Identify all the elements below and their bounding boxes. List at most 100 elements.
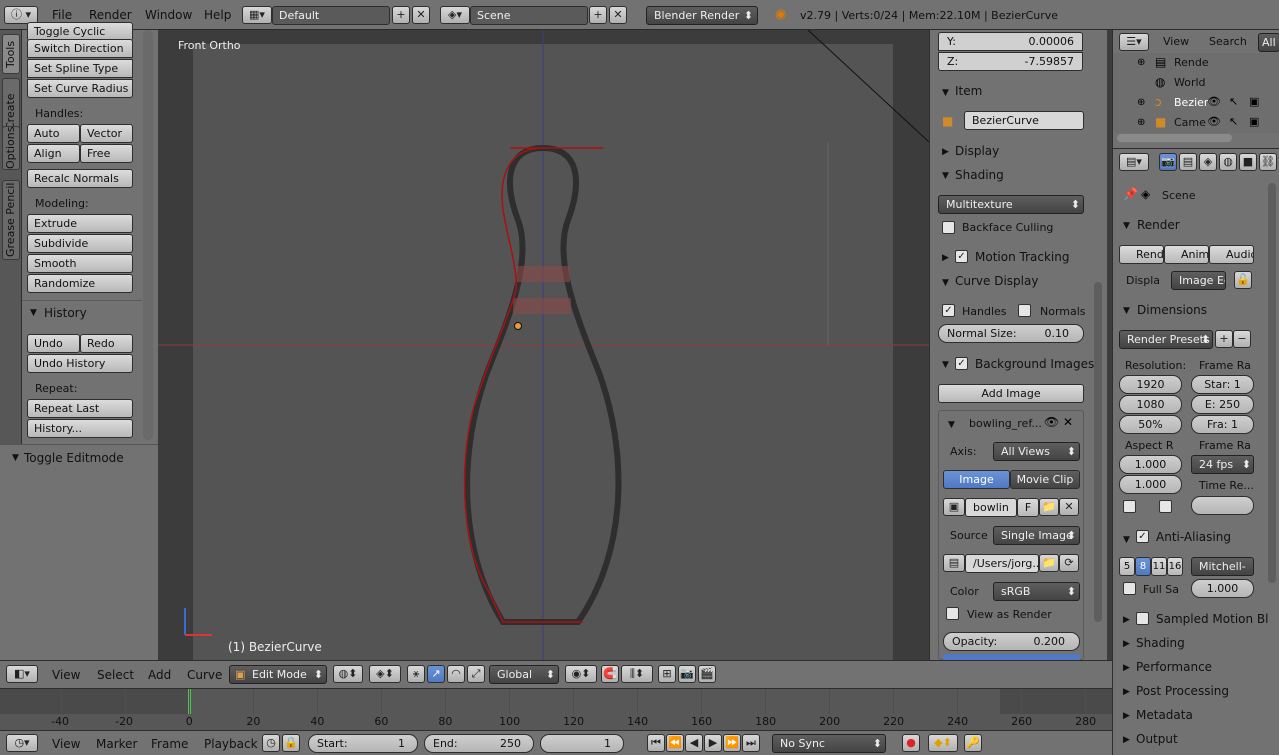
frame-start-field[interactable]: Star: 1 xyxy=(1191,375,1254,394)
image-name-field[interactable]: bowlin xyxy=(965,498,1017,517)
image-browse-icon[interactable]: ▣ xyxy=(943,498,965,516)
start-frame-field[interactable]: Start: 1 xyxy=(308,734,418,753)
screen-layout-field[interactable]: Default xyxy=(272,6,390,25)
frame-step-field[interactable]: Fra: 1 xyxy=(1191,415,1254,434)
crop-checkbox[interactable] xyxy=(1159,500,1172,513)
selectable-cursor-icon[interactable]: ↖ xyxy=(1229,95,1238,108)
aa-samples-11[interactable]: 11 xyxy=(1151,557,1167,576)
toggle-editmode-collapse-icon[interactable]: ▼ xyxy=(12,453,19,463)
open-folder-icon[interactable]: 📁 xyxy=(1039,498,1059,516)
render-layers-tab-icon[interactable]: ▤ xyxy=(1179,153,1197,171)
render-panel-title[interactable]: Render xyxy=(1137,218,1180,232)
remove-preset-icon[interactable]: − xyxy=(1233,330,1251,348)
menu-view[interactable]: View xyxy=(52,668,80,682)
scene-tab-icon[interactable]: ◈ xyxy=(1199,153,1217,171)
remove-image-icon[interactable]: ✕ xyxy=(1063,415,1073,429)
sidebar-scrollbar[interactable] xyxy=(1094,282,1102,622)
aa-samples-16[interactable]: 16 xyxy=(1167,557,1183,576)
motion-tracking-checkbox[interactable]: ✓ xyxy=(955,250,968,263)
rotate-manipulator-icon[interactable]: ◠ xyxy=(447,665,465,683)
visibility-eye-icon[interactable]: 👁 xyxy=(1207,95,1221,108)
snap-target-icon[interactable]: ⊞ xyxy=(658,665,676,683)
aa-samples-5[interactable]: 5 xyxy=(1119,557,1135,576)
render-engine-dropdown[interactable]: Blender Render ⬍ xyxy=(646,6,758,25)
eye-icon[interactable]: 👁 xyxy=(1044,415,1059,429)
curve-display-title[interactable]: Curve Display xyxy=(955,274,1038,288)
tab-grease-pencil[interactable]: Grease Pencil xyxy=(2,180,20,260)
selectable-cursor-icon[interactable]: ↖ xyxy=(1229,115,1238,128)
add-scene-icon[interactable]: + xyxy=(589,6,607,24)
history-collapse-icon[interactable]: ▼ xyxy=(30,308,37,318)
render-animation-icon[interactable]: 🎬 xyxy=(698,665,716,683)
motion-tracking-expand-icon[interactable]: ▶ xyxy=(942,253,949,263)
opacity-field[interactable]: Opacity: 0.200 xyxy=(943,632,1080,651)
frame-end-field[interactable]: E: 250 xyxy=(1191,395,1254,414)
location-z-field[interactable]: Z: -7.59857 xyxy=(938,52,1083,71)
tl-menu-frame[interactable]: Frame xyxy=(151,737,188,751)
normals-checkbox[interactable] xyxy=(1018,304,1031,317)
render-camera-icon[interactable]: ▣ xyxy=(1249,95,1259,108)
tl-menu-playback[interactable]: Playback xyxy=(204,737,258,751)
source-dropdown[interactable]: Single Image ⬍ xyxy=(993,526,1080,545)
snap-element-icon[interactable]: ⫼⬍ xyxy=(621,665,653,683)
filebrowser-folder-icon[interactable]: 📁 xyxy=(1039,554,1059,572)
outliner-search-menu[interactable]: Search xyxy=(1209,35,1247,48)
shading-expand-icon[interactable]: ▶ xyxy=(1123,639,1130,649)
item-panel-title[interactable]: Item xyxy=(955,84,982,98)
shading-title[interactable]: Shading xyxy=(1136,636,1185,650)
frame-rate-dropdown[interactable]: 24 fps ⬍ xyxy=(1191,455,1254,474)
performance-expand-icon[interactable]: ▶ xyxy=(1123,663,1130,673)
handle-vector-button[interactable]: Vector xyxy=(80,124,133,143)
randomize-button[interactable]: Randomize xyxy=(27,274,133,293)
post-processing-title[interactable]: Post Processing xyxy=(1136,684,1229,698)
timeline[interactable]: -40 -20 0 20 40 60 80 100 120 140 160 180 200 220 240 2… xyxy=(0,688,1112,730)
render-collapse-icon[interactable]: ▼ xyxy=(1123,221,1130,231)
redo-button[interactable]: Redo xyxy=(80,334,133,353)
handle-free-button[interactable]: Free xyxy=(80,144,133,163)
keying-set-icon[interactable]: 🔑 xyxy=(964,734,982,752)
color-space-dropdown[interactable]: sRGB ⬍ xyxy=(993,582,1080,601)
render-preview-camera-icon[interactable]: 📷 xyxy=(678,665,696,683)
display-dropdown[interactable]: Image Ed xyxy=(1171,271,1226,290)
file-browse-icon[interactable]: ▤ xyxy=(943,554,965,572)
bg-images-title[interactable]: Background Images xyxy=(975,357,1094,371)
reload-icon[interactable]: ⟳ xyxy=(1059,554,1079,572)
menu-add[interactable]: Add xyxy=(148,668,171,682)
keying-icon[interactable]: ◆⬍ xyxy=(928,734,958,752)
expand-icon[interactable]: ⊕ xyxy=(1137,97,1145,108)
anti-aliasing-title[interactable]: Anti-Aliasing xyxy=(1156,530,1231,544)
outliner-item-render[interactable]: Rende xyxy=(1174,56,1209,69)
remove-scene-icon[interactable]: ✕ xyxy=(609,6,627,24)
border-checkbox[interactable] xyxy=(1123,500,1136,513)
next-keyframe-icon[interactable]: ⏩ xyxy=(723,734,741,752)
tab-options[interactable]: Options xyxy=(2,126,20,170)
sampled-motion-checkbox[interactable] xyxy=(1136,612,1149,625)
translate-manipulator-icon[interactable]: ↗ xyxy=(427,665,445,683)
manipulator-toggle-icon[interactable]: ⚹ xyxy=(407,665,425,683)
output-title[interactable]: Output xyxy=(1136,732,1178,746)
output-expand-icon[interactable]: ▶ xyxy=(1123,735,1130,745)
handles-checkbox[interactable]: ✓ xyxy=(942,304,955,317)
axis-dropdown[interactable]: All Views ⬍ xyxy=(993,442,1080,461)
aa-collapse-icon[interactable]: ▼ xyxy=(1123,535,1130,545)
current-frame-field[interactable]: 1 xyxy=(540,734,624,753)
lock-range-icon[interactable]: 🔒 xyxy=(282,734,300,752)
record-icon[interactable]: ● xyxy=(902,734,920,752)
aspect-y-field[interactable]: 1.000 xyxy=(1119,475,1182,494)
normal-size-field[interactable]: Normal Size: 0.10 xyxy=(938,324,1084,343)
menu-curve[interactable]: Curve xyxy=(187,668,222,682)
time-remap-fields[interactable] xyxy=(1191,496,1254,515)
backface-culling-checkbox[interactable] xyxy=(942,221,955,234)
render-audio-button[interactable]: Audio xyxy=(1209,245,1254,264)
metadata-expand-icon[interactable]: ▶ xyxy=(1123,711,1130,721)
end-frame-field[interactable]: End: 250 xyxy=(424,734,534,753)
viewport-shading-icon[interactable]: ◍⬍ xyxy=(333,665,363,683)
outliner-item-beziercurve[interactable]: Bezier xyxy=(1174,96,1208,109)
tl-menu-view[interactable]: View xyxy=(52,737,80,751)
pin-icon[interactable]: 📌 xyxy=(1123,187,1138,201)
menu-render[interactable]: Render xyxy=(89,8,132,22)
performance-title[interactable]: Performance xyxy=(1136,660,1212,674)
view-as-render-checkbox[interactable] xyxy=(946,607,959,620)
outliner-view-menu[interactable]: View xyxy=(1163,35,1189,48)
motion-tracking-title[interactable]: Motion Tracking xyxy=(975,250,1069,264)
